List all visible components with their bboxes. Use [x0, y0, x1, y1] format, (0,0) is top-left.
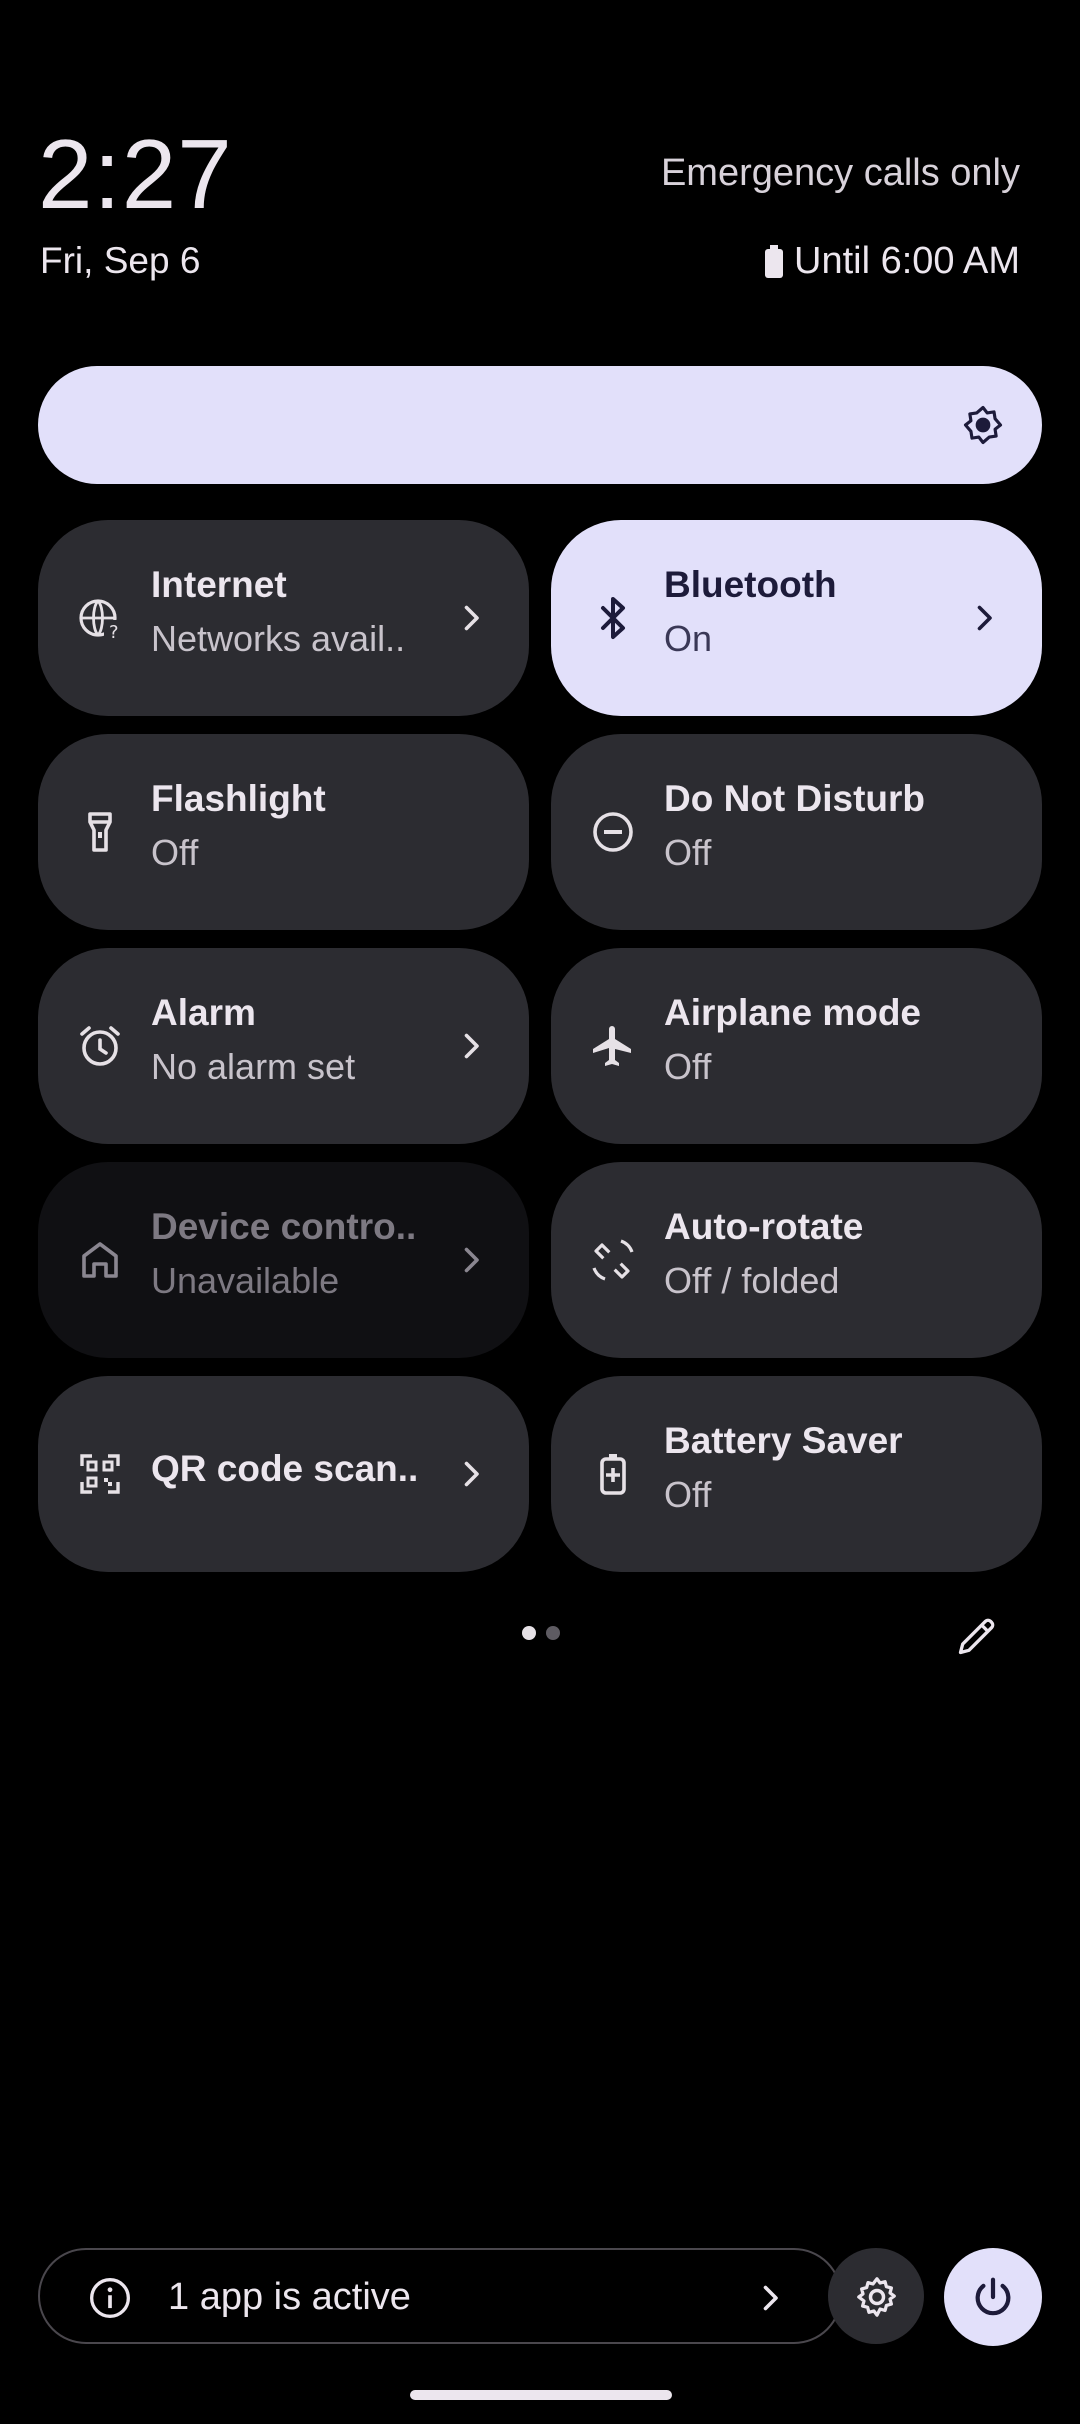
tile-subtitle: On	[664, 618, 713, 659]
edit-icon[interactable]	[955, 1614, 999, 1658]
tile-do-not-disturb[interactable]: Do Not Disturb Off	[551, 734, 1042, 930]
do-not-disturb-icon	[589, 808, 637, 856]
tile-title: Internet	[151, 564, 287, 605]
tile-qr-code-scan[interactable]: QR code scan..	[38, 1376, 529, 1572]
alarm-icon	[76, 1022, 124, 1070]
tile-auto-rotate[interactable]: Auto-rotate Off / folded	[551, 1162, 1042, 1358]
airplane-icon	[589, 1022, 637, 1070]
tile-flashlight[interactable]: Flashlight Off	[38, 734, 529, 930]
tile-alarm[interactable]: Alarm No alarm set	[38, 948, 529, 1144]
battery-icon	[765, 244, 783, 278]
tile-subtitle: No alarm set	[151, 1046, 356, 1087]
tile-title: QR code scan..	[151, 1448, 419, 1489]
page-indicator	[522, 1626, 560, 1640]
tile-subtitle: Off	[664, 1046, 712, 1087]
battery-time-label: Until 6:00 AM	[794, 240, 1020, 282]
home-icon	[76, 1236, 124, 1284]
battery-saver-icon	[589, 1450, 637, 1498]
info-icon	[90, 2278, 130, 2318]
network-status: Emergency calls only	[660, 152, 1020, 194]
date[interactable]: Fri, Sep 6	[40, 240, 200, 282]
chevron-right-icon	[464, 1247, 479, 1273]
tile-subtitle: Networks avail..	[151, 618, 406, 659]
active-apps-button[interactable]: 1 app is active	[38, 2248, 842, 2344]
navigation-handle[interactable]	[410, 2390, 672, 2400]
chevron-right-icon	[464, 1033, 479, 1059]
page-dot-1	[522, 1626, 536, 1640]
tile-device-contro[interactable]: Device contro.. Unavailable	[38, 1162, 529, 1358]
tile-title: Auto-rotate	[664, 1206, 864, 1247]
gear-icon	[857, 2277, 896, 2317]
chevron-right-icon	[464, 605, 479, 631]
power-button[interactable]	[944, 2248, 1042, 2346]
tile-subtitle: Off	[664, 832, 712, 873]
auto-rotate-icon	[589, 1236, 637, 1284]
tile-bluetooth[interactable]: Bluetooth On	[551, 520, 1042, 716]
chevron-right-icon	[763, 2285, 778, 2311]
svg-text:?: ?	[109, 622, 119, 642]
tile-title: Do Not Disturb	[664, 778, 926, 819]
brightness-slider[interactable]	[38, 366, 1042, 484]
tile-subtitle: Off	[151, 832, 199, 873]
clock[interactable]: 2:27	[38, 118, 233, 231]
page-dot-2	[546, 1626, 560, 1640]
brightness-icon	[963, 405, 1003, 445]
tile-title: Bluetooth	[664, 564, 837, 605]
settings-button[interactable]	[828, 2248, 924, 2344]
internet-icon: ?	[76, 594, 124, 643]
tile-title: Device contro..	[151, 1206, 417, 1247]
power-icon	[975, 2277, 1011, 2316]
tile-title: Airplane mode	[664, 992, 921, 1033]
tile-battery-saver[interactable]: Battery Saver Off	[551, 1376, 1042, 1572]
tile-subtitle: Off / folded	[664, 1260, 840, 1301]
chevron-right-icon	[977, 605, 992, 631]
tile-title: Battery Saver	[664, 1420, 903, 1461]
bluetooth-icon	[589, 594, 637, 642]
tile-subtitle: Off	[664, 1474, 712, 1515]
tile-subtitle: Unavailable	[151, 1260, 340, 1301]
tile-title: Alarm	[151, 992, 256, 1033]
active-apps-label: 1 app is active	[168, 2276, 411, 2318]
tile-title: Flashlight	[151, 778, 326, 819]
qr-code-icon	[76, 1450, 124, 1498]
flashlight-icon	[76, 808, 124, 856]
battery-status[interactable]: Until 6:00 AM	[764, 240, 1020, 283]
chevron-right-icon	[464, 1461, 479, 1487]
tile-airplane-mode[interactable]: Airplane mode Off	[551, 948, 1042, 1144]
tile-internet[interactable]: ? Internet Networks avail..	[38, 520, 529, 716]
